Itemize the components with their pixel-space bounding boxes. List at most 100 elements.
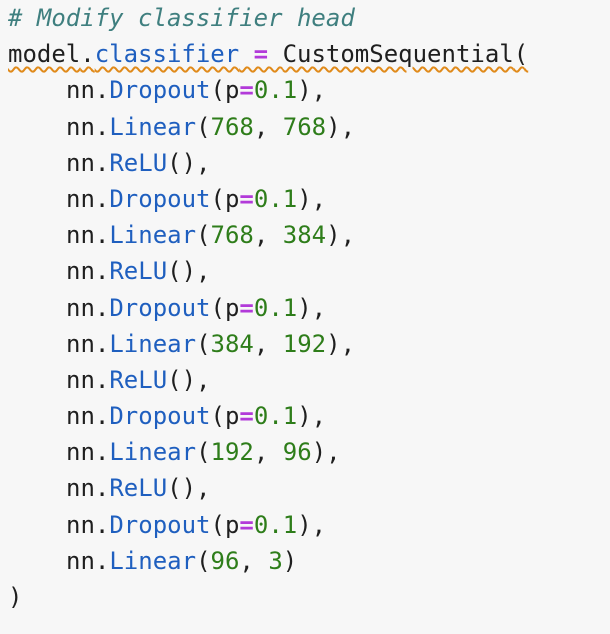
close-paren: ), <box>311 438 341 467</box>
open-paren: ( <box>210 510 225 539</box>
namespace-identifier: nn <box>66 112 95 141</box>
layer-function: Dropout <box>109 510 211 539</box>
open-paren: ( <box>210 293 225 322</box>
classifier-attribute: classifier <box>94 40 240 69</box>
argument-value: 192 <box>282 329 327 358</box>
argument-value: 384 <box>282 221 327 250</box>
argument-value: 0.1 <box>253 402 298 431</box>
argument-separator: , <box>253 112 283 141</box>
close-paren: ), <box>326 329 356 358</box>
keyword-argument: p <box>224 510 240 539</box>
argument-value: 96 <box>282 438 312 467</box>
code-line-layer: nn.Dropout(p=0.1), <box>0 72 610 108</box>
code-line-layer: nn.ReLU(), <box>0 470 610 506</box>
code-line-layer: nn.ReLU(), <box>0 253 610 289</box>
close-paren: ), <box>297 402 327 431</box>
layer-function: Dropout <box>109 76 211 105</box>
namespace-identifier: nn <box>66 221 95 250</box>
code-line-layer: nn.ReLU(), <box>0 145 610 181</box>
keyword-argument: p <box>224 402 240 431</box>
code-line-comment: # Modify classifier head <box>0 0 610 36</box>
argument-value: 192 <box>210 438 254 467</box>
argument-value: 384 <box>210 329 254 358</box>
argument-separator: , <box>253 438 283 467</box>
equals-operator: = <box>239 293 254 322</box>
layer-function: ReLU <box>109 365 168 394</box>
namespace-identifier: nn <box>66 365 95 394</box>
namespace-identifier: nn <box>66 546 95 575</box>
close-paren: ), <box>181 257 211 286</box>
close-paren: ), <box>297 76 327 105</box>
dot-operator: . <box>94 76 110 105</box>
close-paren: ), <box>181 148 211 177</box>
close-paren: ), <box>181 365 211 394</box>
code-line-layer: nn.Linear(384, 192), <box>0 326 610 362</box>
dot-operator: . <box>94 112 110 141</box>
close-paren: ), <box>326 112 356 141</box>
code-line-layer: nn.Linear(96, 3) <box>0 543 610 579</box>
layer-function: Linear <box>109 329 197 358</box>
dot-operator: . <box>94 365 110 394</box>
namespace-identifier: nn <box>66 510 95 539</box>
keyword-argument: p <box>224 184 240 213</box>
dot-operator: . <box>94 257 110 286</box>
layer-function: Linear <box>109 221 197 250</box>
code-line-layer: nn.Linear(768, 384), <box>0 217 610 253</box>
namespace-identifier: nn <box>66 76 95 105</box>
dot-operator: . <box>94 546 110 575</box>
equals-operator: = <box>239 510 254 539</box>
custom-sequential-call: CustomSequential <box>282 40 514 69</box>
argument-separator: , <box>253 221 283 250</box>
layer-function: Linear <box>109 438 197 467</box>
dot-operator: . <box>94 184 110 213</box>
code-line-layer: nn.Dropout(p=0.1), <box>0 398 610 434</box>
argument-value: 96 <box>210 546 240 575</box>
namespace-identifier: nn <box>66 438 95 467</box>
open-paren: ( <box>196 221 211 250</box>
dot-operator: . <box>80 40 95 69</box>
layer-function: ReLU <box>109 148 168 177</box>
open-paren: ( <box>210 76 225 105</box>
layer-function: Dropout <box>109 402 211 431</box>
argument-value: 768 <box>210 112 254 141</box>
layer-list: nn.Dropout(p=0.1), nn.Linear(768, 768), nn… <box>0 72 610 579</box>
argument-value: 0.1 <box>253 510 298 539</box>
open-paren: ( <box>210 402 225 431</box>
argument-value: 3 <box>268 546 283 575</box>
close-paren: ), <box>297 510 327 539</box>
code-editor[interactable]: # Modify classifier head model.classifie… <box>0 0 610 634</box>
open-paren: ( <box>167 257 182 286</box>
close-paren: ), <box>181 474 211 503</box>
open-paren: ( <box>513 40 529 69</box>
namespace-identifier: nn <box>66 474 95 503</box>
code-comment: # Modify classifier head <box>8 4 355 32</box>
argument-value: 0.1 <box>253 76 298 105</box>
code-line-layer: nn.ReLU(), <box>0 362 610 398</box>
open-paren: ( <box>167 148 182 177</box>
model-identifier: model <box>8 40 81 69</box>
open-paren: ( <box>167 474 182 503</box>
equals-operator: = <box>239 76 254 105</box>
argument-value: 0.1 <box>253 184 298 213</box>
close-paren: ) <box>282 546 298 575</box>
dot-operator: . <box>94 474 110 503</box>
namespace-identifier: nn <box>66 184 95 213</box>
argument-value: 0.1 <box>253 293 298 322</box>
equals-operator: = <box>239 402 254 431</box>
code-line-layer: nn.Dropout(p=0.1), <box>0 181 610 217</box>
dot-operator: . <box>94 329 110 358</box>
assign-operator: = <box>239 40 283 69</box>
namespace-identifier: nn <box>66 257 95 286</box>
argument-separator: , <box>239 546 269 575</box>
close-paren: ), <box>297 184 327 213</box>
argument-value: 768 <box>282 112 327 141</box>
code-line-closing: ) <box>0 579 610 615</box>
dot-operator: . <box>94 438 110 467</box>
dot-operator: . <box>94 402 110 431</box>
namespace-identifier: nn <box>66 293 95 322</box>
dot-operator: . <box>94 148 110 177</box>
open-paren: ( <box>167 365 182 394</box>
code-line-layer: nn.Linear(192, 96), <box>0 434 610 470</box>
dot-operator: . <box>94 510 110 539</box>
code-line-layer: nn.Linear(768, 768), <box>0 109 610 145</box>
